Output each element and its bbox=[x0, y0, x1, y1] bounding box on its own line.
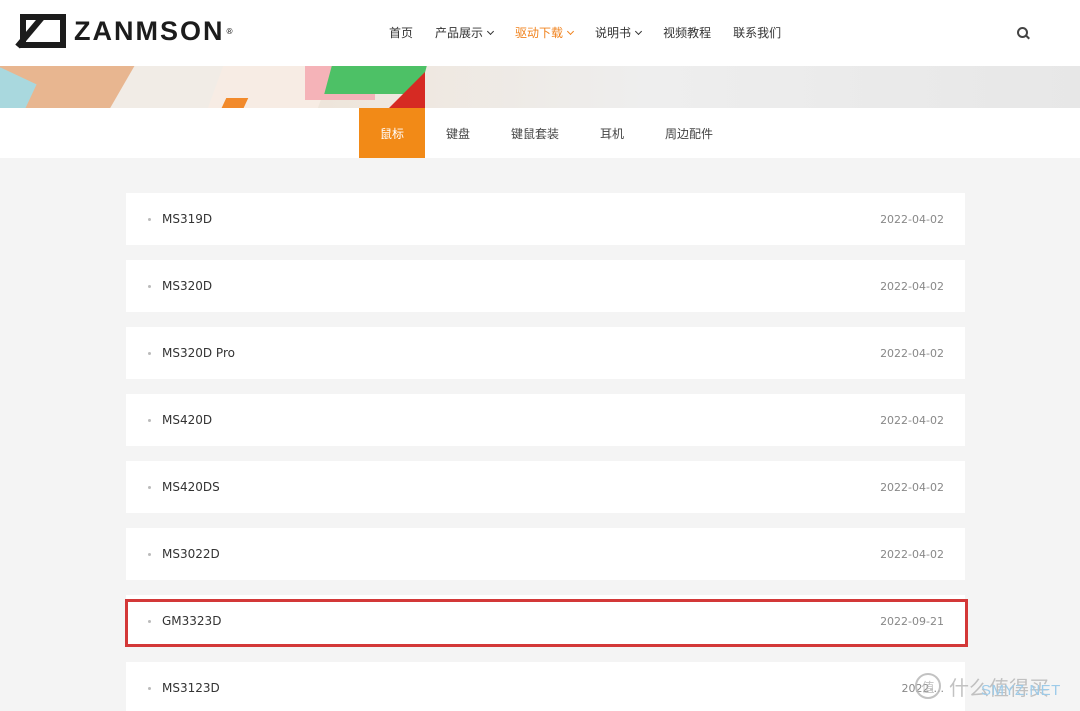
main-nav: 首页 产品展示 驱动下载 说明书 视频教程 联系我们 bbox=[389, 24, 803, 41]
bullet-icon bbox=[148, 218, 151, 221]
list-item[interactable]: MS420DS 2022-04-02 bbox=[126, 461, 965, 513]
bullet-icon bbox=[148, 352, 151, 355]
banner-shape bbox=[385, 72, 425, 108]
nav-item-label: 驱动下载 bbox=[515, 26, 564, 40]
item-name[interactable]: MS3123D bbox=[162, 681, 220, 695]
item-date: 2022-04-02 bbox=[880, 480, 944, 494]
item-name[interactable]: MS420DS bbox=[162, 480, 220, 494]
item-date: 2022-04-02 bbox=[880, 547, 944, 561]
category-tabs-bar: 鼠标 键盘 键鼠套装 耳机 周边配件 bbox=[0, 108, 1080, 158]
list-item[interactable]: MS320D 2022-04-02 bbox=[126, 260, 965, 312]
nav-item-products[interactable]: 产品展示 bbox=[435, 24, 495, 41]
nav-item-label: 视频教程 bbox=[663, 26, 712, 40]
bullet-icon bbox=[148, 620, 151, 623]
brand-name: ZANMSON bbox=[74, 15, 225, 46]
nav-item-label: 联系我们 bbox=[733, 26, 782, 40]
driver-download-list: MS319D 2022-04-02 MS320D 2022-04-02 MS32… bbox=[126, 193, 965, 711]
tab-keyboard[interactable]: 键盘 bbox=[425, 108, 491, 158]
bullet-icon bbox=[148, 285, 151, 288]
list-item[interactable]: MS3123D 2022-... bbox=[126, 662, 965, 711]
item-date: 2022-04-02 bbox=[880, 346, 944, 360]
tab-label: 周边配件 bbox=[664, 126, 713, 141]
item-name[interactable]: MS320D Pro bbox=[162, 346, 235, 360]
item-name[interactable]: MS420D bbox=[162, 413, 212, 427]
list-item[interactable]: MS319D 2022-04-02 bbox=[126, 193, 965, 245]
bullet-icon bbox=[148, 419, 151, 422]
nav-item-label: 产品展示 bbox=[435, 26, 484, 40]
bullet-icon bbox=[148, 687, 151, 690]
site-header: ZANMSON ® 首页 产品展示 驱动下载 说明书 视频教程 联系我们 bbox=[0, 0, 1080, 66]
nav-item-home[interactable]: 首页 bbox=[389, 24, 413, 41]
item-date: 2022-09-21 bbox=[880, 614, 944, 628]
logo-z-mark bbox=[20, 14, 66, 48]
page-banner bbox=[0, 66, 1080, 108]
item-name[interactable]: MS320D bbox=[162, 279, 212, 293]
nav-item-label: 首页 bbox=[389, 26, 414, 40]
item-name[interactable]: MS3022D bbox=[162, 547, 220, 561]
bullet-icon bbox=[148, 486, 151, 489]
nav-item-label: 说明书 bbox=[595, 26, 632, 40]
chevron-down-icon bbox=[635, 27, 643, 35]
tab-label: 键鼠套装 bbox=[510, 126, 559, 141]
tab-label: 键盘 bbox=[445, 126, 470, 141]
registered-mark: ® bbox=[225, 26, 234, 36]
item-date: 2022-04-02 bbox=[880, 279, 944, 293]
list-item[interactable]: MS3022D 2022-04-02 bbox=[126, 528, 965, 580]
brand-logo[interactable]: ZANMSON ® bbox=[20, 14, 234, 48]
tab-headphones[interactable]: 耳机 bbox=[579, 108, 645, 158]
search-icon[interactable] bbox=[1017, 27, 1029, 39]
watermark-site: SMYZ.NET bbox=[981, 682, 1061, 699]
item-date: 2022-04-02 bbox=[880, 212, 944, 226]
list-item[interactable]: MS420D 2022-04-02 bbox=[126, 394, 965, 446]
watermark-badge-icon: 值 bbox=[915, 673, 941, 699]
watermark: 值 什么值得买 SMYZ.NET bbox=[915, 668, 1060, 704]
item-name[interactable]: GM3323D bbox=[162, 614, 221, 628]
chevron-down-icon bbox=[567, 27, 575, 35]
tab-label: 耳机 bbox=[599, 126, 624, 141]
bullet-icon bbox=[148, 553, 151, 556]
nav-item-contact[interactable]: 联系我们 bbox=[733, 24, 781, 41]
item-date: 2022-04-02 bbox=[880, 413, 944, 427]
tab-keyboard-mouse-set[interactable]: 键鼠套装 bbox=[491, 108, 579, 158]
tab-label: 鼠标 bbox=[379, 126, 404, 141]
category-tabs: 鼠标 键盘 键鼠套装 耳机 周边配件 bbox=[359, 108, 733, 158]
chevron-down-icon bbox=[486, 27, 495, 35]
nav-item-manuals[interactable]: 说明书 bbox=[595, 24, 643, 41]
nav-item-driver-download[interactable]: 驱动下载 bbox=[515, 24, 575, 41]
list-item[interactable]: MS320D Pro 2022-04-02 bbox=[126, 327, 965, 379]
nav-item-video-tutorials[interactable]: 视频教程 bbox=[663, 24, 711, 41]
item-name[interactable]: MS319D bbox=[162, 212, 212, 226]
tab-mouse[interactable]: 鼠标 bbox=[359, 108, 425, 158]
list-item-highlighted[interactable]: GM3323D 2022-09-21 bbox=[126, 595, 965, 647]
tab-accessories[interactable]: 周边配件 bbox=[645, 108, 733, 158]
